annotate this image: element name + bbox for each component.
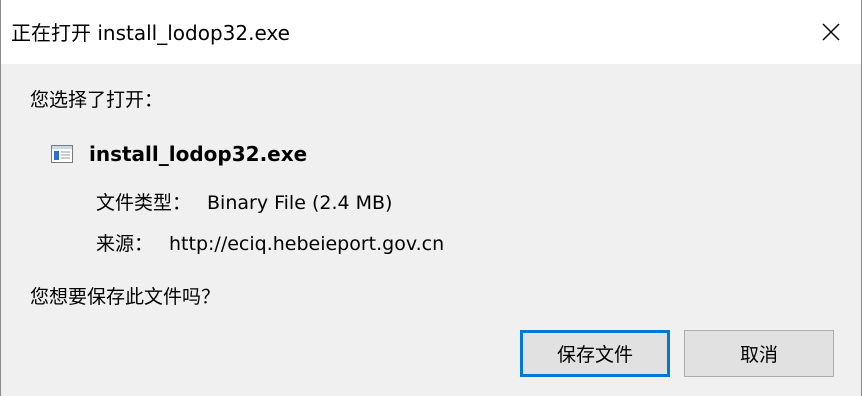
close-icon <box>822 23 840 41</box>
file-name: install_lodop32.exe <box>89 142 308 166</box>
title-bar: 正在打开 install_lodop32.exe <box>1 0 861 64</box>
file-type-line: 文件类型： Binary File (2.4 MB) <box>96 191 392 215</box>
dialog-title: 正在打开 install_lodop32.exe <box>11 21 290 45</box>
file-type-label: 文件类型： <box>96 192 192 214</box>
save-question: 您想要保存此文件吗？ <box>30 286 221 308</box>
source-label: 来源： <box>96 233 154 255</box>
file-row: install_lodop32.exe <box>51 141 307 167</box>
save-file-button[interactable]: 保存文件 <box>520 330 670 377</box>
cancel-button[interactable]: 取消 <box>684 330 834 377</box>
download-dialog: 正在打开 install_lodop32.exe 您选择了打开： install… <box>0 0 862 396</box>
exe-file-icon <box>51 145 73 163</box>
source-value: http://eciq.hebeieport.gov.cn <box>169 233 445 255</box>
source-line: 来源： http://eciq.hebeieport.gov.cn <box>96 232 444 256</box>
file-type-value: Binary File (2.4 MB) <box>207 192 393 214</box>
close-button[interactable] <box>801 0 861 64</box>
open-prompt: 您选择了打开： <box>30 89 164 111</box>
